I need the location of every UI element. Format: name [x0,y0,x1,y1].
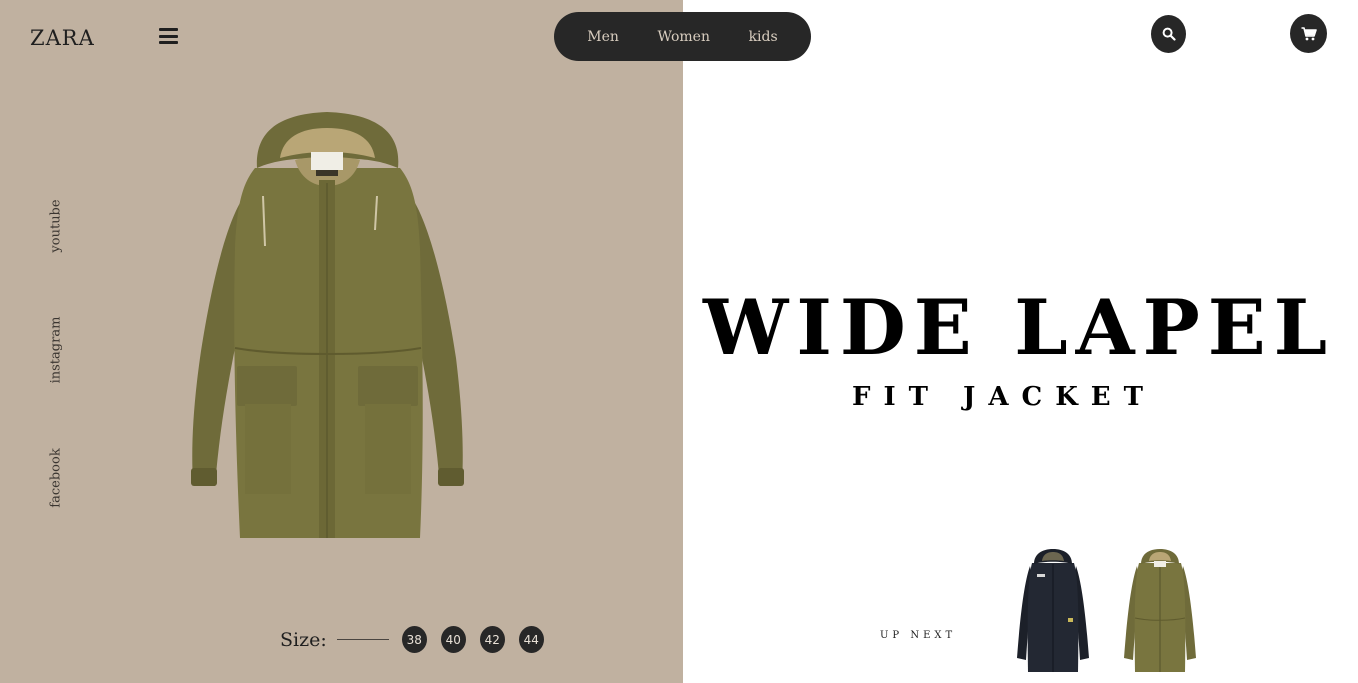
product-title: WIDE LAPEL [703,283,1336,372]
cart-button[interactable] [1290,14,1327,53]
size-selector: Size: 38 40 42 44 [280,626,558,653]
up-next-thumbnail-olive-jacket[interactable] [1119,548,1201,674]
nav-kids[interactable]: kids [749,29,778,45]
nav-men[interactable]: Men [587,29,619,45]
size-divider-line [336,639,389,640]
size-option-38[interactable]: 38 [401,626,427,653]
size-option-42[interactable]: 42 [479,626,505,653]
size-label: Size: [280,628,327,651]
category-nav: Men Women kids [554,12,811,61]
product-subtitle: FIT JACKET [852,382,1156,412]
size-option-44[interactable]: 44 [518,626,544,653]
up-next-label: UP NEXT [880,630,957,641]
social-link-instagram[interactable]: instagram [49,317,64,384]
search-icon [1162,27,1176,41]
nav-women[interactable]: Women [658,29,710,45]
cart-icon [1301,26,1317,40]
search-button[interactable] [1151,15,1186,53]
brand-logo[interactable]: ZARA [30,26,95,50]
size-option-40[interactable]: 40 [440,626,466,653]
social-link-youtube[interactable]: youtube [49,199,64,252]
social-link-facebook[interactable]: facebook [49,448,64,507]
product-jacket-image [191,112,464,538]
hamburger-menu-icon[interactable] [159,28,178,44]
up-next-thumbnail-black-jacket[interactable] [1012,548,1094,674]
